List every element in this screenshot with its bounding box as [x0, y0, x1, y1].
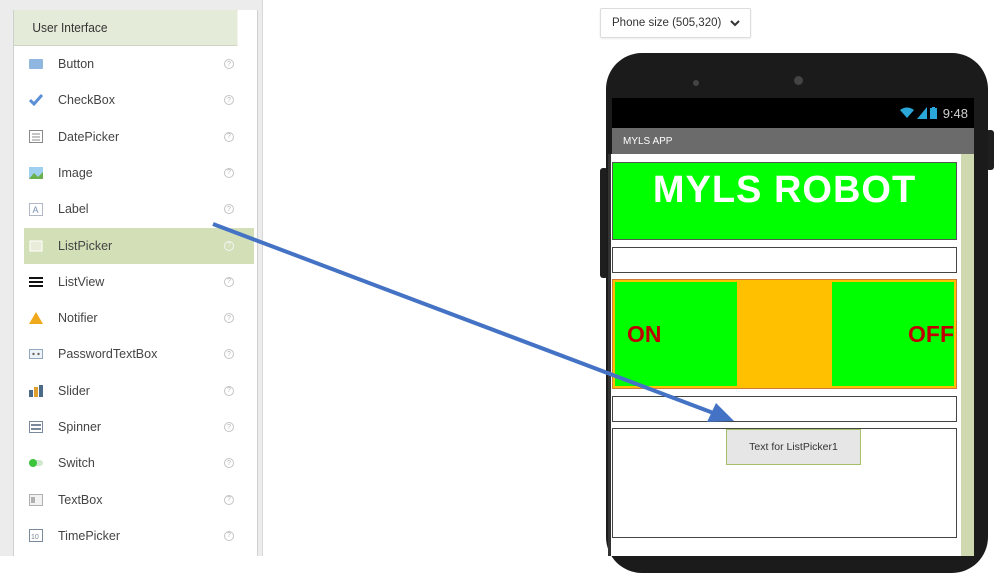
- palette-item-timepicker[interactable]: 10 TimePicker?: [24, 518, 254, 554]
- help-icon[interactable]: ?: [224, 240, 234, 251]
- palette-item-listpicker[interactable]: ListPicker?: [24, 227, 254, 264]
- palette-item-label: Slider: [58, 383, 90, 398]
- app-title: MYLS APP: [623, 135, 673, 147]
- screen-edge: [608, 154, 611, 556]
- help-icon[interactable]: ?: [224, 313, 234, 324]
- speaker-dot: [693, 80, 699, 86]
- slider-icon: [29, 384, 43, 397]
- status-time: 9:48: [942, 105, 968, 121]
- help-icon[interactable]: ?: [224, 494, 234, 505]
- palette-item-button[interactable]: Button?: [24, 46, 254, 82]
- palette-item-textbox[interactable]: TextBox?: [24, 482, 254, 518]
- clock-icon: 10: [29, 529, 43, 543]
- palette-item-label: DatePicker: [58, 129, 120, 144]
- device-size-value: Phone size (505,320): [612, 17, 722, 29]
- palette-item-image[interactable]: Image?: [24, 155, 254, 191]
- screen-scroll-area: [961, 154, 974, 556]
- listpicker-icon: [29, 239, 43, 252]
- help-icon[interactable]: ?: [224, 422, 234, 432]
- help-icon[interactable]: ?: [224, 95, 234, 106]
- palette-item-label: ListView: [58, 274, 105, 289]
- palette-item-spinner[interactable]: Spinner?: [24, 409, 254, 445]
- help-icon[interactable]: ?: [224, 458, 234, 469]
- help-icon[interactable]: ?: [224, 530, 234, 541]
- listview-icon: [29, 275, 43, 288]
- calendar-icon: [29, 130, 43, 144]
- palette-panel: User Interface Button? CheckBox? DatePicke…: [0, 0, 263, 556]
- palette-item-passwordtextbox[interactable]: PasswordTextBox?: [24, 336, 254, 372]
- textbox-icon: [29, 493, 43, 506]
- on-button[interactable]: ON: [615, 282, 737, 386]
- battery-icon: [929, 107, 937, 119]
- switch-icon: [29, 457, 43, 470]
- spinner-icon: [29, 421, 43, 434]
- help-icon[interactable]: ?: [224, 204, 234, 215]
- image-icon: [29, 166, 43, 179]
- off-button[interactable]: OFF: [832, 282, 954, 386]
- palette-item-switch[interactable]: Switch?: [24, 445, 254, 481]
- textbox-1[interactable]: [612, 247, 957, 273]
- wifi-icon: [899, 107, 914, 118]
- palette-item-label: Label: [58, 202, 89, 217]
- help-icon[interactable]: ?: [224, 131, 234, 142]
- help-icon[interactable]: ?: [224, 59, 234, 69]
- palette-item-slider[interactable]: Slider?: [24, 373, 254, 409]
- palette-item-datepicker[interactable]: DatePicker?: [24, 119, 254, 155]
- palette-item-label: Image: [58, 165, 93, 180]
- svg-text:A: A: [33, 205, 39, 215]
- chevron-down-icon: [730, 20, 740, 27]
- warning-icon: [29, 312, 43, 325]
- checkbox-icon: [29, 94, 43, 107]
- palette-item-label: ListPicker: [58, 238, 113, 253]
- palette-item-label: PasswordTextBox: [58, 347, 158, 362]
- help-icon[interactable]: ?: [224, 167, 234, 178]
- robot-title-label[interactable]: MYLS ROBOT: [612, 162, 957, 240]
- status-bar: 9:48: [612, 98, 974, 128]
- palette-list-container: User Interface Button? CheckBox? DatePicke…: [13, 10, 258, 556]
- button-icon: [29, 58, 43, 71]
- label-icon: A: [29, 202, 43, 216]
- listpicker-button[interactable]: Text for ListPicker1: [726, 429, 861, 465]
- palette-item-label: TimePicker: [58, 528, 121, 543]
- palette-item-notifier[interactable]: Notifier?: [24, 300, 254, 336]
- palette-item-label: Notifier: [58, 311, 98, 326]
- help-icon[interactable]: ?: [224, 385, 234, 396]
- textbox-2[interactable]: [612, 396, 957, 422]
- palette-item-label: TextBox: [58, 492, 103, 507]
- password-icon: [29, 348, 43, 361]
- status-icons: [899, 107, 937, 119]
- help-icon[interactable]: ?: [224, 276, 234, 287]
- signal-icon: [916, 107, 927, 119]
- help-icon[interactable]: ?: [224, 349, 234, 360]
- horizontal-arrangement[interactable]: ON OFF: [612, 279, 957, 389]
- palette-item-checkbox[interactable]: CheckBox?: [24, 82, 254, 118]
- palette-item-label[interactable]: A Label?: [24, 191, 254, 227]
- app-title-bar: MYLS APP: [612, 128, 974, 154]
- palette-item-label: Spinner: [58, 420, 102, 434]
- camera-icon: [794, 76, 803, 85]
- palette-item-label: CheckBox: [58, 93, 115, 108]
- palette-item-label: Switch: [58, 456, 95, 471]
- device-size-select[interactable]: Phone size (505,320): [600, 8, 751, 38]
- palette-item-label: Button: [58, 57, 95, 71]
- svg-text:10: 10: [31, 534, 39, 541]
- palette-header[interactable]: User Interface: [14, 10, 238, 46]
- palette-item-listview[interactable]: ListView?: [24, 264, 254, 300]
